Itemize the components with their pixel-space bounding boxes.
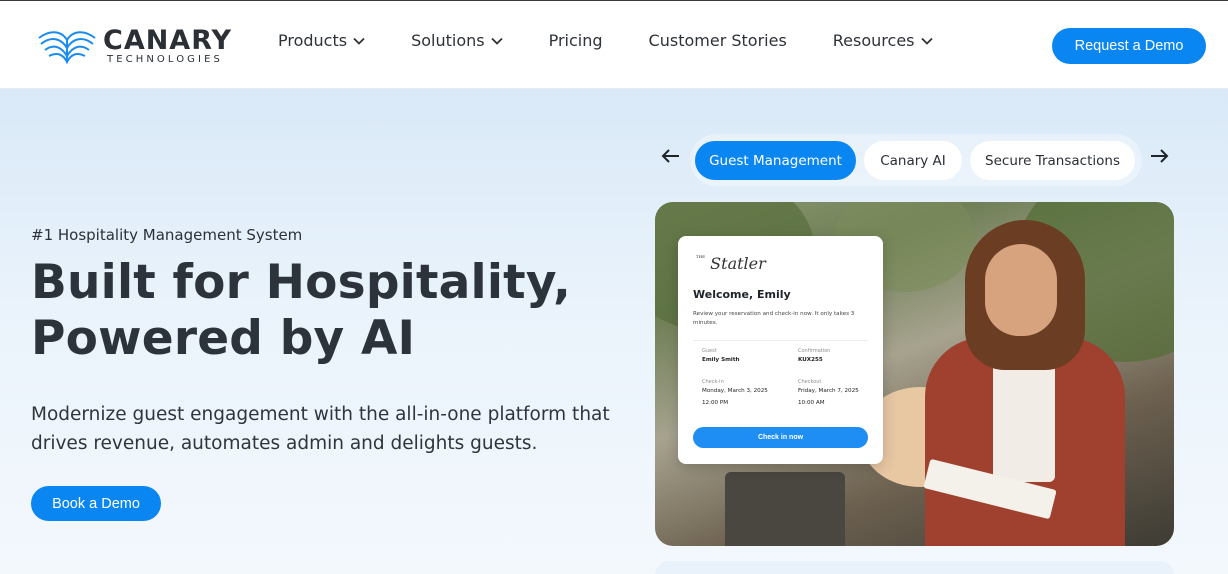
hero-section: #1 Hospitality Management System Built f… [0,89,1228,574]
divider [693,340,868,341]
logo-wordmark: CANARY [103,24,233,56]
tab-guest-management[interactable]: Guest Management [695,141,856,180]
nav-resources-label: Resources [832,31,915,50]
book-demo-button[interactable]: Book a Demo [31,486,161,521]
check-in-now-button[interactable]: Check in now [693,427,868,448]
nav-resources[interactable]: Resources [833,31,933,50]
hero-subtext: Modernize guest engagement with the all-… [31,404,610,454]
checkin-date: Monday, March 3, 2025 [702,388,768,394]
hotel-brand-name: Statler [710,254,766,273]
checkin-card: THE Statler Welcome, Emily Review your r… [678,236,883,464]
confirmation-value: KUX255 [798,357,823,363]
chevron-down-icon [920,37,933,45]
main-nav: Products Solutions Pricing Customer Stor… [278,31,933,50]
hotel-brand-logo: THE Statler [696,254,766,273]
canary-wings-logo-icon [38,31,96,65]
guest-label: Guest [702,348,717,354]
nav-products[interactable]: Products [278,31,365,50]
nav-pricing[interactable]: Pricing [549,31,603,50]
checkout-label: Checkout [798,379,822,385]
checkout-date: Friday, March 7, 2025 [798,388,859,394]
arrow-left-icon[interactable] [661,148,681,164]
nav-products-label: Products [278,31,348,50]
nav-customer-stories[interactable]: Customer Stories [649,31,787,50]
guest-value: Emily Smith [702,357,740,363]
chevron-down-icon [353,37,365,45]
arrow-right-icon[interactable] [1149,148,1169,164]
woman-face [985,244,1057,336]
checkin-welcome: Welcome, Emily [693,288,791,301]
logo-tagline: TECHNOLOGIES [107,53,223,65]
hero-headline-line2: Powered by AI [31,311,416,366]
confirmation-label: Confirmation [798,348,831,354]
checkout-time: 10:00 AM [798,400,825,406]
hero-headline-line1: Built for Hospitality, [31,255,572,310]
nav-solutions-label: Solutions [411,31,485,50]
checkin-label: Check-in [702,379,724,385]
chevron-down-icon [490,37,503,45]
nav-pricing-label: Pricing [548,31,603,50]
hero-eyebrow: #1 Hospitality Management System [31,226,303,244]
planter-pot [725,472,845,546]
tab-secure-transactions[interactable]: Secure Transactions [970,141,1135,180]
top-navigation-bar: CANARY TECHNOLOGIES Products Solutions P… [0,0,1228,89]
tab-canary-ai[interactable]: Canary AI [864,141,962,180]
checkin-time: 12:00 PM [702,400,729,406]
checkin-description: Review your reservation and check-in now… [693,311,855,326]
canary-logo[interactable]: CANARY TECHNOLOGIES [37,25,247,67]
woman-shirt [993,352,1055,482]
nav-customer-stories-label: Customer Stories [648,31,787,50]
hero-headline: Built for Hospitality, Powered by AI [31,255,571,367]
next-section-peek [655,561,1174,574]
request-demo-button[interactable]: Request a Demo [1052,28,1206,64]
hotel-brand-prefix: THE [696,254,706,259]
nav-solutions[interactable]: Solutions [411,31,503,50]
